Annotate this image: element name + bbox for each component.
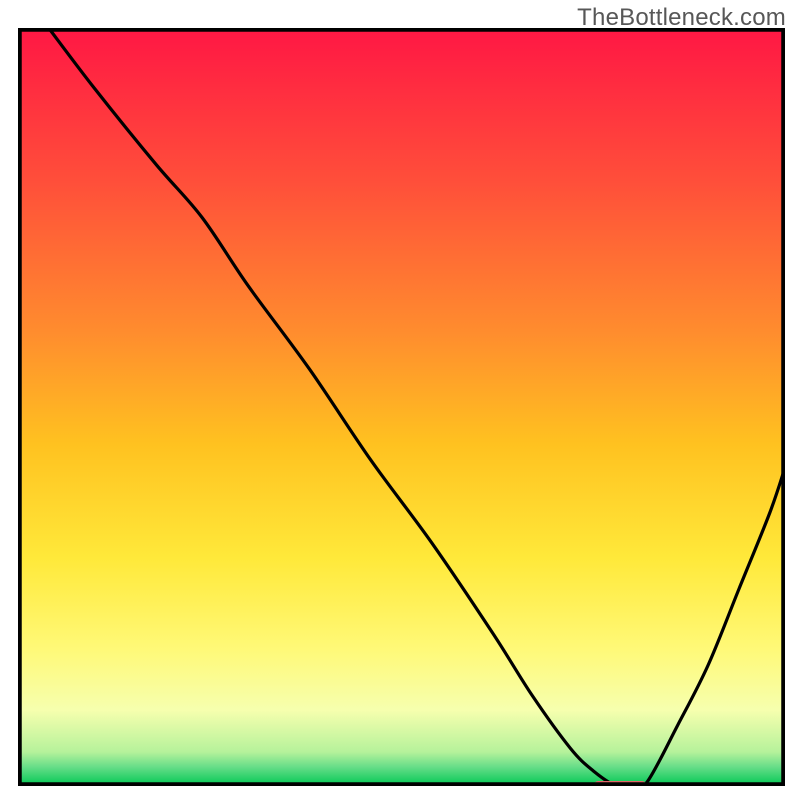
bottleneck-chart [18,28,785,786]
gradient-background [18,28,785,786]
